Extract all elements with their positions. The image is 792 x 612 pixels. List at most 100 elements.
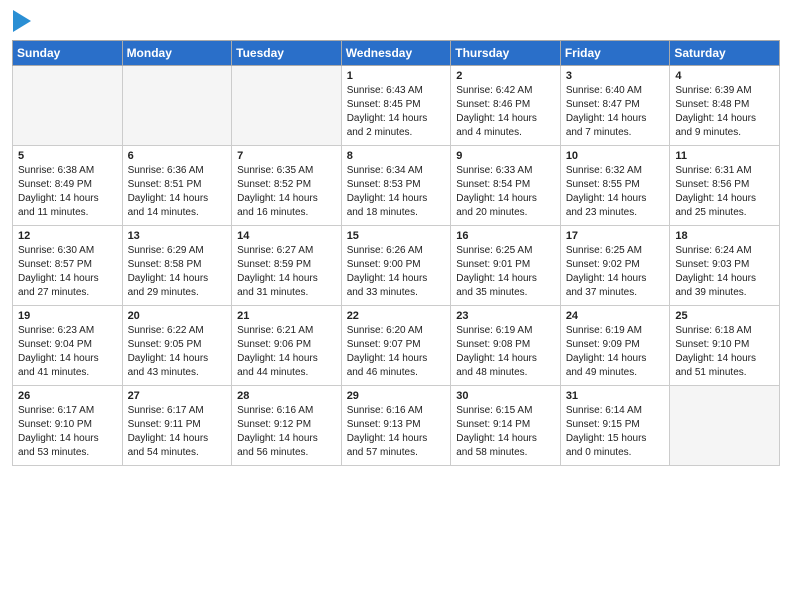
weekday-header-sunday: Sunday xyxy=(13,41,123,66)
sunset-text: Sunset: 8:46 PM xyxy=(456,98,555,112)
day-number: 28 xyxy=(237,390,336,402)
calendar-cell: 30Sunrise: 6:15 AMSunset: 9:14 PMDayligh… xyxy=(451,386,561,466)
sunset-text: Sunset: 9:00 PM xyxy=(347,258,446,272)
cell-sun-info: Sunrise: 6:17 AMSunset: 9:10 PMDaylight:… xyxy=(18,404,117,460)
sunrise-text: Sunrise: 6:34 AM xyxy=(347,164,446,178)
day-number: 10 xyxy=(566,150,665,162)
calendar-cell: 4 Sunrise: 6:39 AMSunset: 8:48 PMDaylight… xyxy=(670,66,780,146)
sunrise-text: Sunrise: 6:39 AM xyxy=(675,84,774,98)
sunset-text: Sunset: 9:02 PM xyxy=(566,258,665,272)
day-number: 7 xyxy=(237,150,336,162)
calendar-cell: 29 Sunrise: 6:16 AMSunset: 9:13 PMDayligh… xyxy=(341,386,451,466)
calendar-cell: 22Sunrise: 6:20 AMSunset: 9:07 PMDayligh… xyxy=(341,306,451,386)
daylight-text: Daylight: 14 hours and 20 minutes. xyxy=(456,192,555,220)
weekday-header-saturday: Saturday xyxy=(670,41,780,66)
weekday-header-row: SundayMondayTuesdayWednesdayThursdayFrid… xyxy=(13,41,780,66)
sunrise-text: Sunrise: 6:17 AM xyxy=(18,404,117,418)
calendar-cell: 12Sunrise: 6:30 AMSunset: 8:57 PMDayligh… xyxy=(13,226,123,306)
sunrise-text: Sunrise: 6:16 AM xyxy=(347,404,446,418)
daylight-text: Daylight: 14 hours and 29 minutes. xyxy=(128,272,227,300)
cell-sun-info: Sunrise: 6:39 AMSunset: 8:48 PMDaylight:… xyxy=(675,84,774,140)
sunrise-text: Sunrise: 6:24 AM xyxy=(675,244,774,258)
daylight-text: Daylight: 14 hours and 35 minutes. xyxy=(456,272,555,300)
sunset-text: Sunset: 8:48 PM xyxy=(675,98,774,112)
calendar-week-row: 5Sunrise: 6:38 AMSunset: 8:49 PMDaylight… xyxy=(13,146,780,226)
day-number: 3 xyxy=(566,70,665,82)
day-number: 20 xyxy=(128,310,227,322)
calendar-cell: 15Sunrise: 6:26 AMSunset: 9:00 PMDayligh… xyxy=(341,226,451,306)
daylight-text: Daylight: 14 hours and 53 minutes. xyxy=(18,432,117,460)
calendar-cell: 18Sunrise: 6:24 AMSunset: 9:03 PMDayligh… xyxy=(670,226,780,306)
day-number: 4 xyxy=(675,70,774,82)
sunrise-text: Sunrise: 6:36 AM xyxy=(128,164,227,178)
calendar-cell: 5Sunrise: 6:38 AMSunset: 8:49 PMDaylight… xyxy=(13,146,123,226)
day-number: 30 xyxy=(456,390,555,402)
cell-sun-info: Sunrise: 6:19 AMSunset: 9:08 PMDaylight:… xyxy=(456,324,555,380)
sunset-text: Sunset: 8:54 PM xyxy=(456,178,555,192)
day-number: 22 xyxy=(347,310,446,322)
cell-sun-info: Sunrise: 6:21 AMSunset: 9:06 PMDaylight:… xyxy=(237,324,336,380)
sunset-text: Sunset: 8:55 PM xyxy=(566,178,665,192)
sunrise-text: Sunrise: 6:29 AM xyxy=(128,244,227,258)
calendar-cell: 31 Sunrise: 6:14 AMSunset: 9:15 PMDayligh… xyxy=(560,386,670,466)
header xyxy=(12,10,780,32)
calendar-cell: 14Sunrise: 6:27 AMSunset: 8:59 PMDayligh… xyxy=(232,226,342,306)
day-number: 11 xyxy=(675,150,774,162)
daylight-text: Daylight: 14 hours and 4 minutes. xyxy=(456,112,555,140)
day-number: 17 xyxy=(566,230,665,242)
sunrise-text: Sunrise: 6:22 AM xyxy=(128,324,227,338)
logo-arrow-icon xyxy=(13,10,31,32)
sunset-text: Sunset: 8:59 PM xyxy=(237,258,336,272)
calendar-cell: 28Sunrise: 6:16 AMSunset: 9:12 PMDayligh… xyxy=(232,386,342,466)
daylight-text: Daylight: 15 hours and 0 minutes. xyxy=(566,432,665,460)
sunrise-text: Sunrise: 6:35 AM xyxy=(237,164,336,178)
sunrise-text: Sunrise: 6:23 AM xyxy=(18,324,117,338)
daylight-text: Daylight: 14 hours and 2 minutes. xyxy=(347,112,446,140)
day-number: 18 xyxy=(675,230,774,242)
cell-sun-info: Sunrise: 6:43 AMSunset: 8:45 PMDaylight:… xyxy=(347,84,446,140)
cell-sun-info: Sunrise: 6:30 AMSunset: 8:57 PMDaylight:… xyxy=(18,244,117,300)
cell-sun-info: Sunrise: 6:14 AMSunset: 9:15 PMDaylight:… xyxy=(566,404,665,460)
sunrise-text: Sunrise: 6:26 AM xyxy=(347,244,446,258)
day-number: 19 xyxy=(18,310,117,322)
sunset-text: Sunset: 8:57 PM xyxy=(18,258,117,272)
day-number: 31 xyxy=(566,390,665,402)
cell-sun-info: Sunrise: 6:18 AMSunset: 9:10 PMDaylight:… xyxy=(675,324,774,380)
sunset-text: Sunset: 8:49 PM xyxy=(18,178,117,192)
day-number: 27 xyxy=(128,390,227,402)
day-number: 13 xyxy=(128,230,227,242)
daylight-text: Daylight: 14 hours and 43 minutes. xyxy=(128,352,227,380)
daylight-text: Daylight: 14 hours and 51 minutes. xyxy=(675,352,774,380)
sunset-text: Sunset: 9:03 PM xyxy=(675,258,774,272)
sunrise-text: Sunrise: 6:43 AM xyxy=(347,84,446,98)
calendar-cell: 16Sunrise: 6:25 AMSunset: 9:01 PMDayligh… xyxy=(451,226,561,306)
daylight-text: Daylight: 14 hours and 11 minutes. xyxy=(18,192,117,220)
calendar-cell: 11Sunrise: 6:31 AMSunset: 8:56 PMDayligh… xyxy=(670,146,780,226)
page-container: SundayMondayTuesdayWednesdayThursdayFrid… xyxy=(0,0,792,476)
cell-sun-info: Sunrise: 6:23 AMSunset: 9:04 PMDaylight:… xyxy=(18,324,117,380)
cell-sun-info: Sunrise: 6:16 AMSunset: 9:13 PMDaylight:… xyxy=(347,404,446,460)
sunset-text: Sunset: 9:11 PM xyxy=(128,418,227,432)
calendar-cell: 10Sunrise: 6:32 AMSunset: 8:55 PMDayligh… xyxy=(560,146,670,226)
cell-sun-info: Sunrise: 6:38 AMSunset: 8:49 PMDaylight:… xyxy=(18,164,117,220)
calendar-cell: 23 Sunrise: 6:19 AMSunset: 9:08 PMDayligh… xyxy=(451,306,561,386)
day-number: 8 xyxy=(347,150,446,162)
calendar-cell: 3Sunrise: 6:40 AMSunset: 8:47 PMDaylight… xyxy=(560,66,670,146)
sunset-text: Sunset: 9:05 PM xyxy=(128,338,227,352)
calendar-cell: 21Sunrise: 6:21 AMSunset: 9:06 PMDayligh… xyxy=(232,306,342,386)
day-number: 23 xyxy=(456,310,555,322)
sunrise-text: Sunrise: 6:20 AM xyxy=(347,324,446,338)
day-number: 26 xyxy=(18,390,117,402)
logo xyxy=(12,10,31,32)
sunrise-text: Sunrise: 6:15 AM xyxy=(456,404,555,418)
sunset-text: Sunset: 9:04 PM xyxy=(18,338,117,352)
sunset-text: Sunset: 9:10 PM xyxy=(675,338,774,352)
cell-sun-info: Sunrise: 6:22 AMSunset: 9:05 PMDaylight:… xyxy=(128,324,227,380)
sunrise-text: Sunrise: 6:19 AM xyxy=(456,324,555,338)
day-number: 29 xyxy=(347,390,446,402)
cell-sun-info: Sunrise: 6:33 AMSunset: 8:54 PMDaylight:… xyxy=(456,164,555,220)
calendar-cell: 9Sunrise: 6:33 AMSunset: 8:54 PMDaylight… xyxy=(451,146,561,226)
sunset-text: Sunset: 9:12 PM xyxy=(237,418,336,432)
daylight-text: Daylight: 14 hours and 57 minutes. xyxy=(347,432,446,460)
calendar-table: SundayMondayTuesdayWednesdayThursdayFrid… xyxy=(12,40,780,466)
